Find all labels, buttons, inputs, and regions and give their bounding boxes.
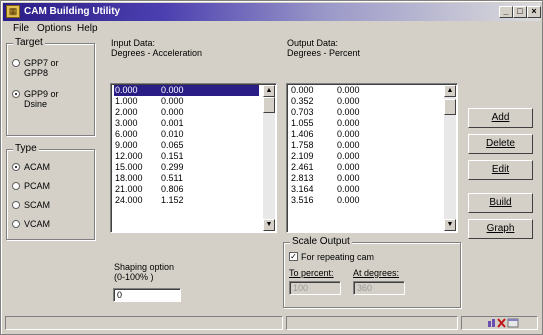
type-legend: Type (13, 143, 39, 154)
target-group: Target GPP7 or GPP8 GPP9 or Dsine (6, 37, 95, 136)
table-row[interactable]: 3.516 0.000 (290, 195, 440, 206)
repeating-cam-label: For repeating cam (301, 252, 375, 262)
output-data-title: Output Data: (287, 38, 339, 48)
status-bar (3, 314, 540, 332)
to-percent-input[interactable]: 100 (289, 281, 341, 295)
output-list-scrollbar[interactable]: ▲ ▼ (444, 85, 456, 231)
table-row[interactable]: 1.055 0.000 (290, 118, 440, 129)
status-tool-icons (488, 318, 519, 328)
target-gpp9-line1: GPP9 or (24, 89, 59, 99)
at-degrees-input[interactable]: 360 (353, 281, 405, 295)
input-data-title: Input Data: (111, 38, 156, 48)
radio-vcam[interactable] (12, 220, 20, 228)
table-row[interactable]: 1.758 0.000 (290, 140, 440, 151)
window-tool-icon (507, 318, 519, 328)
app-window: ▦ CAM Building Utility _ □ × File Option… (0, 0, 543, 335)
table-row[interactable]: 3.164 0.000 (290, 184, 440, 195)
table-row[interactable]: 12.000 0.151 (114, 151, 259, 162)
shaping-option-input[interactable]: 0 (113, 288, 181, 302)
scroll-up-arrow-icon[interactable]: ▲ (444, 85, 456, 97)
target-legend: Target (13, 37, 45, 48)
table-row[interactable]: 2.109 0.000 (290, 151, 440, 162)
table-row[interactable]: 2.461 0.000 (290, 162, 440, 173)
table-row[interactable]: 21.000 0.806 (114, 184, 259, 195)
table-row[interactable]: 0.703 0.000 (290, 107, 440, 118)
table-row[interactable]: 0.000 0.000 (290, 85, 440, 96)
menu-file[interactable]: File (13, 23, 29, 34)
type-pcam-label: PCAM (24, 181, 51, 191)
scale-output-legend: Scale Output (290, 236, 352, 247)
output-data-subtitle: Degrees - Percent (287, 48, 361, 58)
table-row[interactable]: 0.352 0.000 (290, 96, 440, 107)
menu-help[interactable]: Help (77, 23, 98, 34)
type-scam-label: SCAM (24, 200, 51, 210)
status-panel-middle (286, 316, 458, 330)
input-data-subtitle: Degrees - Acceleration (111, 48, 203, 58)
type-group: Type ACAM PCAM SCAM VCAM (6, 143, 95, 240)
input-list-scrollbar[interactable]: ▲ ▼ (263, 85, 275, 231)
scale-output-group: Scale Output ✓ For repeating cam To perc… (283, 236, 461, 308)
at-degrees-label: At degrees: (353, 268, 400, 278)
radio-acam[interactable] (12, 163, 20, 171)
shaping-option-range: (0-100% ) (114, 272, 154, 282)
graph-button[interactable]: Graph (468, 219, 533, 239)
title-bar[interactable]: ▦ CAM Building Utility _ □ × (3, 3, 541, 21)
radio-gpp9[interactable] (12, 90, 20, 98)
radio-pcam[interactable] (12, 182, 20, 190)
menu-bar: File Options Help (3, 22, 540, 36)
table-row[interactable]: 1.406 0.000 (290, 129, 440, 140)
minimize-button[interactable]: _ (499, 6, 513, 18)
red-x-icon (497, 318, 506, 328)
window-title: CAM Building Utility (24, 6, 121, 17)
type-acam-label: ACAM (24, 162, 51, 172)
table-row[interactable]: 2.000 0.000 (114, 107, 259, 118)
type-vcam-label: VCAM (24, 219, 51, 229)
close-button[interactable]: × (527, 6, 541, 18)
table-row[interactable]: 6.000 0.010 (114, 129, 259, 140)
table-row[interactable]: 2.813 0.000 (290, 173, 440, 184)
status-panel-icons (461, 316, 538, 330)
app-icon[interactable]: ▦ (6, 5, 20, 18)
radio-scam[interactable] (12, 201, 20, 209)
to-percent-label: To percent: (289, 268, 334, 278)
target-gpp7-line2: GPP8 (24, 68, 49, 78)
scroll-thumb[interactable] (444, 99, 456, 115)
table-row[interactable]: 9.000 0.065 (114, 140, 259, 151)
scroll-up-arrow-icon[interactable]: ▲ (263, 85, 275, 97)
output-data-list[interactable]: 0.000 0.000 0.352 0.000 0.703 0.000 1.055 0.… (286, 83, 458, 233)
table-row[interactable]: 24.000 1.152 (114, 195, 259, 206)
chart-tool-icon (488, 319, 495, 327)
add-button[interactable]: Add (468, 108, 533, 128)
table-row[interactable]: 0.000 0.000 (114, 85, 259, 96)
status-panel-main (5, 316, 283, 330)
shaping-option-label: Shaping option (114, 262, 175, 272)
table-row[interactable]: 3.000 0.001 (114, 118, 259, 129)
edit-button[interactable]: Edit (468, 160, 533, 180)
input-data-list[interactable]: 0.000 0.000 1.000 0.000 2.000 0.000 3.000 0.… (110, 83, 277, 233)
target-gpp7-line1: GPP7 or (24, 58, 59, 68)
menu-options[interactable]: Options (37, 23, 71, 34)
table-row[interactable]: 18.000 0.511 (114, 173, 259, 184)
target-gpp9-line2: Dsine (24, 99, 48, 109)
table-row[interactable]: 1.000 0.000 (114, 96, 259, 107)
maximize-button[interactable]: □ (513, 6, 527, 18)
build-button[interactable]: Build (468, 193, 533, 213)
scroll-down-arrow-icon[interactable]: ▼ (444, 219, 456, 231)
scroll-thumb[interactable] (263, 97, 275, 113)
scroll-down-arrow-icon[interactable]: ▼ (263, 219, 275, 231)
repeating-cam-checkbox[interactable]: ✓ (289, 252, 298, 261)
table-row[interactable]: 15.000 0.299 (114, 162, 259, 173)
delete-button[interactable]: Delete (468, 134, 533, 154)
radio-gpp7[interactable] (12, 59, 20, 67)
